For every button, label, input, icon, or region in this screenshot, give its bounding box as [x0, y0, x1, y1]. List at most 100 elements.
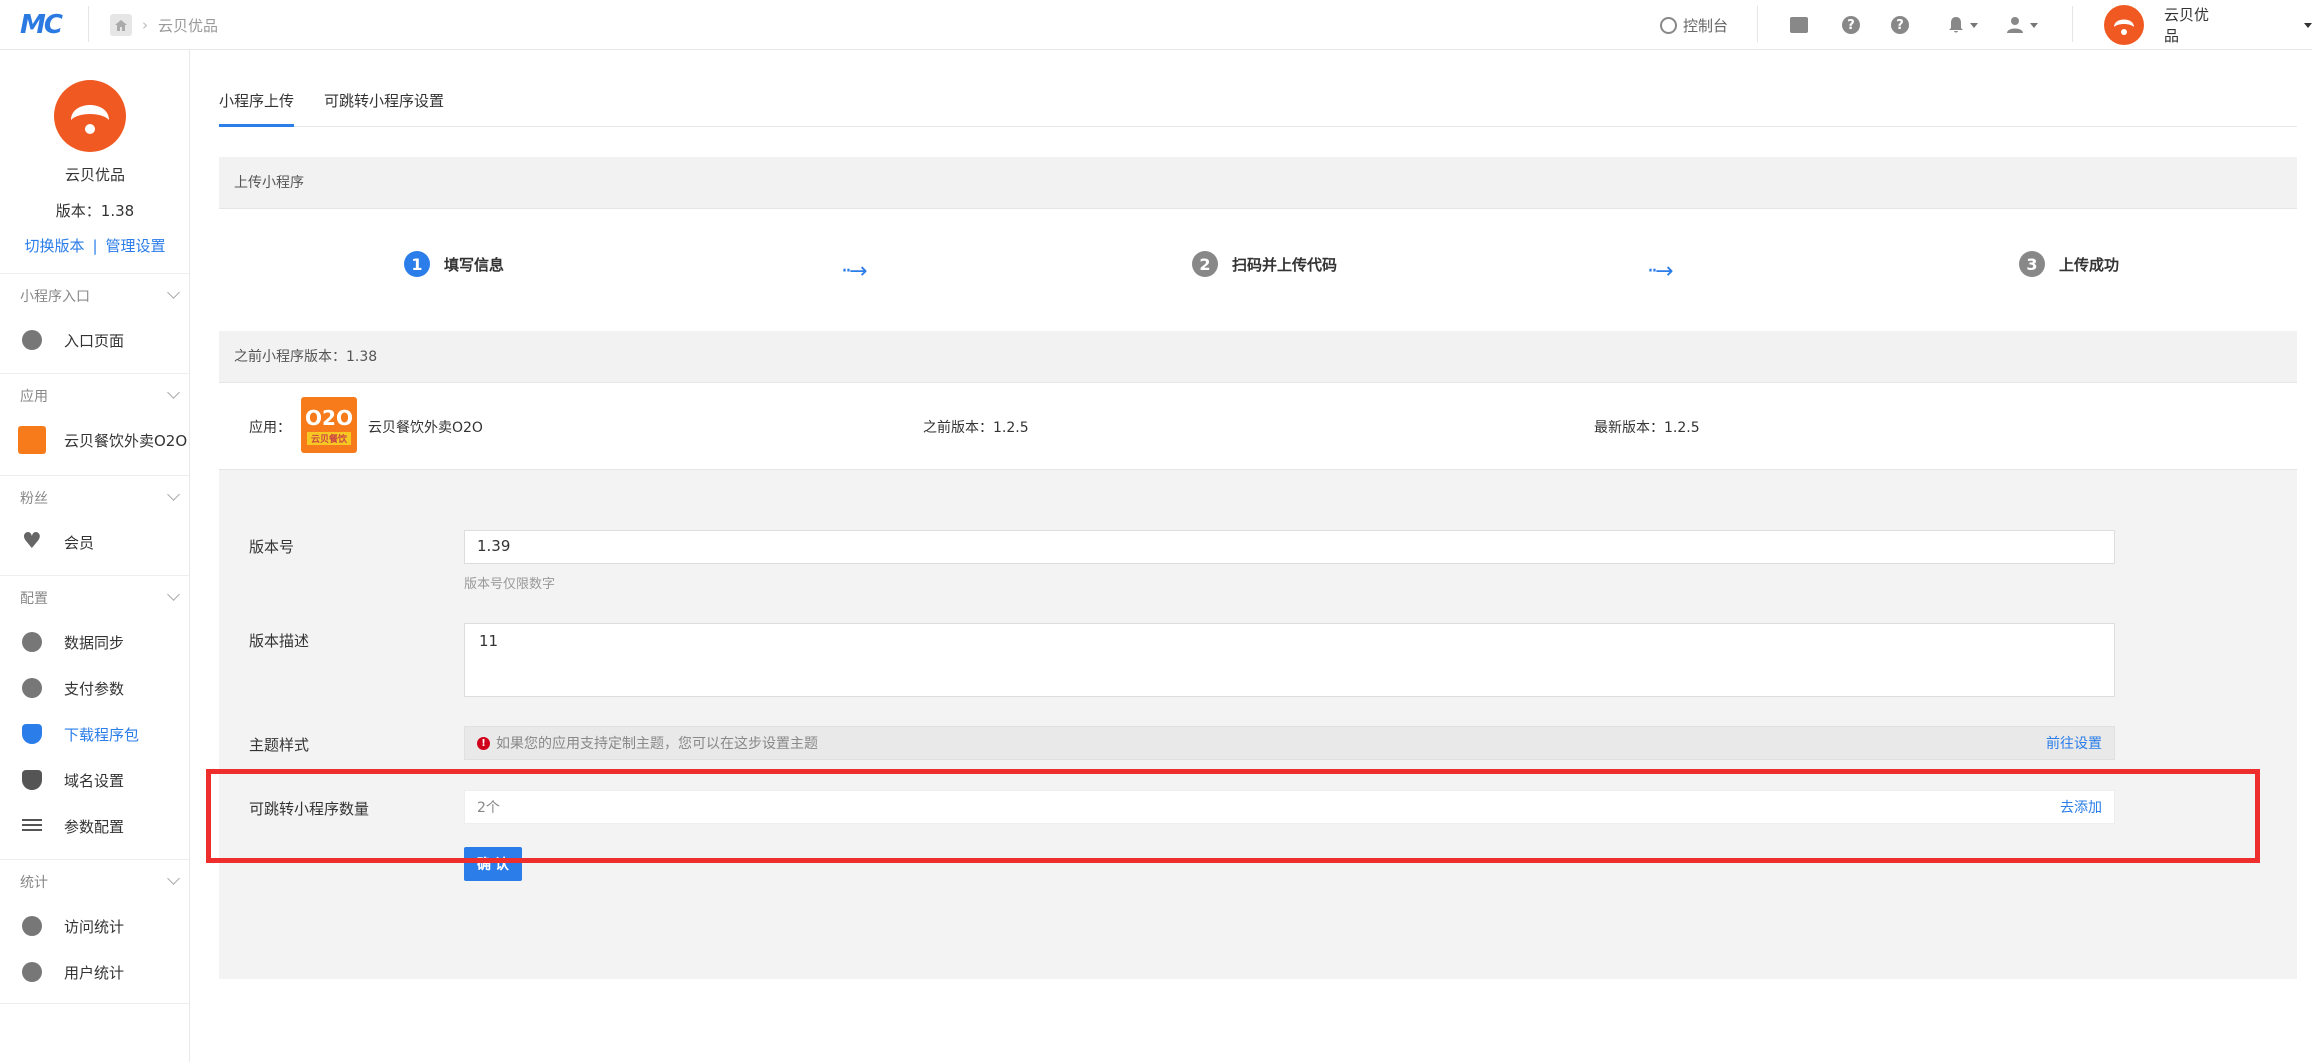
help-icon[interactable]: ?	[1891, 16, 1909, 34]
o2o-app-icon: O2O 云贝餐饮	[301, 397, 357, 453]
sidebar-item-label: 访问统计	[64, 917, 125, 936]
notification-menu[interactable]	[1948, 0, 1978, 50]
shield-icon	[22, 770, 42, 790]
step-number: 2	[1192, 251, 1218, 277]
upload-steps: 1 填写信息 ··→ 2 扫码并上传代码 ··→ 3 上传成功	[219, 205, 2297, 325]
nav-group-apps: 应用 云贝餐饮外卖O2O	[0, 373, 190, 463]
sidebar-item-entry-page[interactable]: 入口页面	[0, 317, 190, 363]
chart-icon	[22, 962, 42, 982]
top-icons	[1790, 0, 1808, 50]
link-separator: |	[92, 237, 98, 255]
home-icon[interactable]	[110, 14, 132, 36]
sidebar-item-members[interactable]: ♥ 会员	[0, 519, 190, 565]
step-fill-info: 1 填写信息	[404, 251, 504, 277]
sidebar-item-visit-stats[interactable]: 访问统计	[0, 903, 190, 949]
chevron-down-icon	[167, 386, 180, 399]
tab-upload[interactable]: 小程序上传	[219, 83, 295, 127]
sidebar-item-user-stats[interactable]: 用户统计	[0, 949, 190, 995]
app-icon-text: O2O	[305, 405, 353, 430]
latest-version: 最新版本：1.2.5	[1594, 420, 1700, 436]
sidebar-item-label: 用户统计	[64, 963, 125, 982]
shield-icon	[22, 724, 42, 744]
nav-group-title: 小程序入口	[20, 288, 90, 305]
sidebar-item-download-package[interactable]: 下载程序包	[0, 711, 190, 757]
app-logo[interactable]: MC	[20, 10, 70, 40]
nav-group-stats: 统计 访问统计 用户统计	[0, 859, 190, 1004]
app-info-row: 应用： O2O 云贝餐饮 云贝餐饮外卖O2O 之前版本：1.2.5 最新版本：1…	[219, 384, 2297, 470]
upload-panel-title: 上传小程序	[219, 157, 2297, 209]
tab-bar: 小程序上传 可跳转小程序设置	[219, 83, 2297, 127]
caret-down-icon	[2030, 22, 2038, 28]
store-version: 版本：1.38	[55, 202, 135, 220]
nav-group-header[interactable]: 小程序入口	[0, 273, 190, 317]
chevron-down-icon	[167, 588, 180, 601]
store-icon[interactable]	[1790, 17, 1808, 33]
top-actions: 控制台	[1660, 0, 1728, 50]
nav-group-header[interactable]: 应用	[0, 373, 190, 417]
description-textarea[interactable]: 11	[464, 623, 2115, 697]
chevron-right-icon: ›	[142, 16, 148, 34]
chevron-down-icon	[167, 488, 180, 501]
user-icon	[2007, 17, 2023, 33]
app-name: 云贝餐饮外卖O2O	[368, 420, 483, 436]
chevron-down-icon	[167, 286, 180, 299]
account-avatar	[2104, 5, 2144, 45]
help-icon[interactable]: ?	[1842, 16, 1860, 34]
console-link[interactable]: 控制台	[1660, 15, 1728, 36]
description-label: 版本描述	[249, 632, 310, 650]
version-label: 版本号	[249, 538, 295, 556]
store-avatar	[54, 80, 126, 152]
breadcrumb-item[interactable]: 云贝优品	[158, 15, 218, 36]
previous-version: 之前版本：1.2.5	[923, 420, 1029, 436]
user-menu[interactable]	[2006, 0, 2038, 50]
highlight-box	[206, 769, 2260, 863]
nav-group-header[interactable]: 统计	[0, 859, 190, 903]
chevron-down-icon	[167, 872, 180, 885]
sidebar-item-label: 入口页面	[64, 331, 125, 350]
caret-down-icon	[2304, 22, 2312, 28]
sidebar-item-label: 会员	[64, 533, 95, 552]
sidebar-item-domain-settings[interactable]: 域名设置	[0, 757, 190, 803]
nav-group-header[interactable]: 粉丝	[0, 475, 190, 519]
chart-icon	[22, 916, 42, 936]
warning-icon: !	[477, 736, 490, 750]
theme-settings-link[interactable]: 前往设置	[2046, 733, 2102, 753]
nav-group-header[interactable]: 配置	[0, 575, 190, 619]
gear-icon	[22, 678, 42, 698]
store-links: 切换版本 | 管理设置	[0, 235, 190, 256]
step-scan-upload: 2 扫码并上传代码	[1192, 251, 1337, 277]
version-input[interactable]: 1.39	[464, 530, 2115, 564]
logo-text: MC	[20, 10, 63, 40]
arrow-right-icon: ··→	[841, 259, 867, 284]
divider	[88, 6, 89, 42]
sidebar-item-label: 支付参数	[64, 679, 125, 698]
step-number: 1	[404, 251, 430, 277]
sidebar-item-label: 域名设置	[64, 771, 125, 790]
previous-version-title: 之前小程序版本：1.38	[219, 331, 2297, 383]
sidebar-item-payment-params[interactable]: 支付参数	[0, 665, 190, 711]
sidebar-item-label: 云贝餐饮外卖O2O	[64, 431, 188, 450]
version-hint: 版本号仅限数字	[464, 577, 556, 592]
theme-hint: 如果您的应用支持定制主题，您可以在这步设置主题	[496, 736, 818, 752]
divider	[0, 1003, 190, 1004]
upload-form: 版本号 1.39 版本号仅限数字 版本描述 11 主题样式 ! 如果您的应用支持…	[219, 470, 2297, 979]
theme-notice: ! 如果您的应用支持定制主题，您可以在这步设置主题	[477, 733, 818, 753]
switch-version-link[interactable]: 切换版本	[24, 237, 84, 255]
app-icon-sub: 云贝餐饮	[306, 431, 351, 445]
sidebar-item-o2o-app[interactable]: 云贝餐饮外卖O2O	[0, 417, 190, 463]
step-label: 上传成功	[2059, 255, 2120, 274]
sidebar-item-label: 参数配置	[64, 817, 125, 836]
tab-jump-settings[interactable]: 可跳转小程序设置	[324, 83, 444, 127]
sidebar-item-data-sync[interactable]: 数据同步	[0, 619, 190, 665]
store-name: 云贝优品	[64, 166, 125, 184]
arrow-right-icon: ··→	[1647, 259, 1673, 284]
bell-icon	[1949, 17, 1963, 33]
theme-bar: ! 如果您的应用支持定制主题，您可以在这步设置主题 前往设置	[464, 726, 2115, 760]
divider	[2072, 6, 2073, 42]
sidebar-item-param-config[interactable]: 参数配置	[0, 803, 190, 849]
caret-down-icon	[1970, 22, 1978, 28]
account-menu[interactable]: 云贝优品	[2104, 0, 2312, 50]
manage-settings-link[interactable]: 管理设置	[106, 237, 166, 255]
nav-group-entry: 小程序入口 入口页面	[0, 273, 190, 363]
nav-group-title: 应用	[20, 388, 48, 405]
